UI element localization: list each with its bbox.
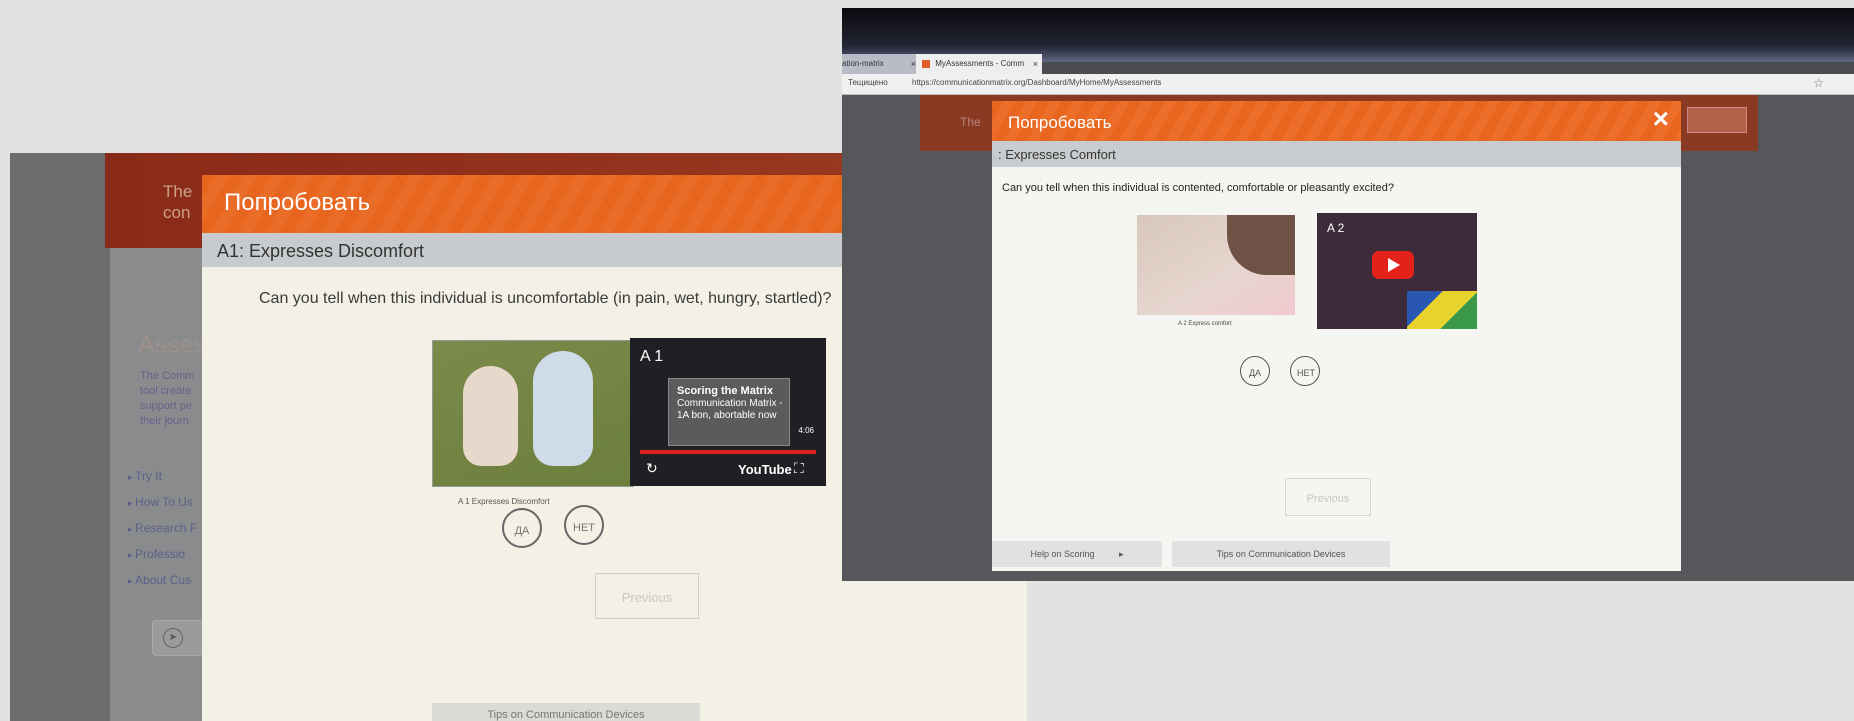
fullscreen-icon[interactable]: ⛶ [794,460,804,477]
baby-figure [533,351,593,466]
browser-tab[interactable]: cation-matrix × [842,54,920,74]
tips-link[interactable]: Tips on Communication Devices [432,703,700,721]
background-heading: Asses [138,331,207,359]
photo-caption: A 2 Express comfort [1178,321,1232,327]
previous-button[interactable]: Previous [595,573,699,619]
background-nav-item[interactable]: Professio [128,547,197,573]
security-status: Тещищено [848,78,888,87]
video-title: Scoring the Matrix [677,385,773,397]
person-figure [1227,215,1295,275]
video-label: A 1 [640,348,664,365]
video-progress-bar[interactable] [640,450,816,454]
section-title: : Expresses Comfort [998,147,1116,162]
section-bar: : Expresses Comfort [992,141,1681,167]
close-icon[interactable]: × [1033,54,1038,74]
play-icon[interactable] [1372,251,1414,279]
background-nav-item[interactable]: How To Us [128,495,197,521]
modal-title: Попробовать [224,189,371,216]
yes-radio[interactable]: ДА [1240,356,1270,386]
replay-icon[interactable]: ↻ [646,460,658,477]
background-paragraph: The Comm tool create support pe their jo… [140,370,195,427]
tab-title: MyAssessments - Comm [935,59,1025,68]
video-player[interactable]: A 2 [1317,213,1477,329]
navigation-icon: ➤ [163,628,183,648]
previous-button[interactable]: Previous [1285,478,1371,516]
example-photo[interactable] [432,340,634,487]
site-favicon-icon [922,59,930,68]
video-time: 4:06 [798,426,814,435]
browser-tab-active[interactable]: MyAssessments - Comm × [916,54,1042,74]
no-radio[interactable]: НЕТ [1290,356,1320,386]
baby-figure [463,366,518,466]
bookmark-star-icon[interactable]: ☆ [1813,76,1824,90]
background-banner-text: The [960,115,981,129]
background-nav-item[interactable]: About Cus [128,573,197,599]
try-it-modal: Попробовать × : Expresses Comfort Can yo… [992,101,1681,571]
section-title: A1: Expresses Discomfort [217,241,425,261]
address-bar[interactable]: Тещищено https://communicationmatrix.org… [842,74,1854,95]
youtube-logo[interactable]: YouTube [738,462,792,477]
video-thumbnail-detail [1407,291,1477,329]
url-text[interactable]: https://communicationmatrix.org/Dashboar… [912,78,1161,87]
photo-caption: A 1 Expresses Discomfort [458,497,550,506]
dropdown-caret-icon: ▸ [1119,549,1124,559]
background-banner-text: The con [163,182,193,222]
close-icon[interactable]: × [1653,103,1669,135]
question-text: Can you tell when this individual is con… [1002,182,1394,194]
modal-title: Попробовать [1008,113,1112,132]
modal-header: Попробовать × [992,101,1681,141]
yes-radio[interactable]: ДА [502,508,542,548]
video-subtitle: Communication Matrix - 1A bon, abortable… [677,398,783,421]
example-photo[interactable] [1137,215,1295,315]
no-radio[interactable]: НЕТ [564,505,604,545]
background-nav-item[interactable]: Research F [128,521,197,547]
help-scoring-label: Help on Scoring [1030,549,1095,559]
video-player[interactable]: A 1 Scoring the Matrix Communication Mat… [630,338,826,486]
question-text: Can you tell when this individual is unc… [259,290,832,307]
video-preview: Scoring the Matrix Communication Matrix … [668,378,790,446]
video-label: A 2 [1327,221,1345,235]
help-scoring-link[interactable]: Help on Scoring ▸ [992,541,1162,567]
background-nav-list: Try It How To Us Research F Professio Ab… [128,469,197,599]
background-nav-item[interactable]: Try It [128,469,197,495]
background-button[interactable] [1687,107,1747,133]
tips-link[interactable]: Tips on Communication Devices [1172,541,1390,567]
right-photo: cation-matrix × MyAssessments - Comm × Т… [842,8,1854,581]
tab-title: cation-matrix [842,59,884,68]
